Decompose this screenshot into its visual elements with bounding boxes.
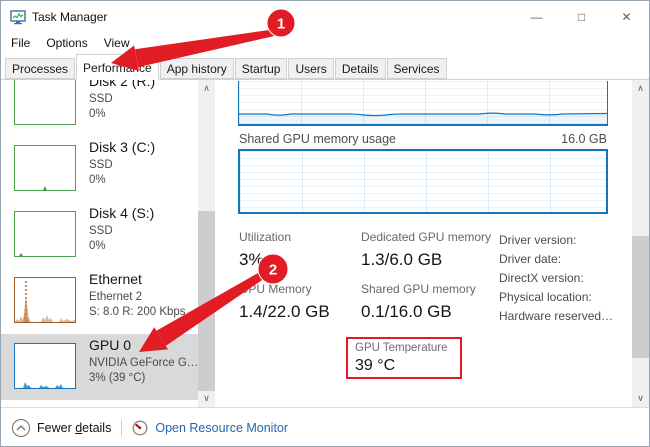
shared-gpu-memory-label: Shared GPU memory usage [239,132,396,146]
tab-app-history[interactable]: App history [160,58,234,79]
maximize-button[interactable]: □ [559,1,604,32]
tab-users[interactable]: Users [288,58,333,79]
dedicated-gpu-memory-chart [238,81,608,126]
sidebar-item-gpu0[interactable]: GPU 0 NVIDIA GeForce G… 3% (39 °C) [1,334,198,400]
driver-version-label: Driver version: [499,231,613,250]
scroll-down-icon[interactable]: ∨ [632,390,649,407]
gpu-memory-value: 1.4/22.0 GB [239,302,330,322]
ethernet-mini-chart-icon [14,277,76,323]
sidebar-item-name: Disk 2 (R:) [89,80,155,89]
task-manager-window: Task Manager — □ ✕ File Options View Pro… [0,0,650,447]
driver-date-label: Driver date: [499,250,613,269]
sidebar-item-line3: 0% [89,239,154,254]
tab-bar: Processes Performance App history Startu… [1,54,649,80]
tab-processes[interactable]: Processes [5,58,75,79]
gpu-temperature-value: 39 °C [355,357,460,375]
close-button[interactable]: ✕ [604,1,649,32]
sidebar-item-line2: SSD [89,158,155,173]
directx-version-label: DirectX version: [499,269,613,288]
sidebar-item-name: Disk 4 (S:) [89,206,154,221]
tab-details[interactable]: Details [335,58,386,79]
sidebar-item-line3: 0% [89,107,155,122]
sidebar-item-line3: 3% (39 °C) [89,371,198,386]
sidebar-scrollbar[interactable]: ∧ ∨ [198,80,215,407]
menubar: File Options View [1,32,138,54]
open-resource-monitor-link[interactable]: Open Resource Monitor [132,420,288,436]
fewer-details-button[interactable]: Fewer details [12,419,111,437]
gpu0-mini-chart-icon [14,343,76,389]
window-title: Task Manager [32,10,107,24]
hardware-reserved-label: Hardware reserved… [499,307,613,326]
shared-memory-label: Shared GPU memory [361,282,476,296]
performance-sidebar: Disk 2 (R:) SSD 0% Disk 3 (C:) SSD 0% [1,80,198,407]
footer-divider [121,420,122,436]
titlebar: Task Manager — □ ✕ [1,1,649,32]
shared-gpu-memory-chart [238,149,608,214]
utilization-value: 3% [239,250,291,270]
dedicated-memory-value: 1.3/6.0 GB [361,250,491,270]
minimize-button[interactable]: — [514,1,559,32]
gpu-temperature-box: GPU Temperature 39 °C [346,337,462,379]
utilization-label: Utilization [239,230,291,244]
sidebar-item-line3: S: 8.0 R: 200 Kbps [89,305,186,320]
sidebar-item-disk3[interactable]: Disk 3 (C:) SSD 0% [1,136,198,202]
menu-item-file[interactable]: File [3,33,38,53]
sidebar-item-ethernet[interactable]: Ethernet Ethernet 2 S: 8.0 R: 200 Kbps [1,268,198,334]
sidebar-scrollbar-thumb[interactable] [198,211,215,391]
resource-monitor-icon [132,420,148,436]
sidebar-item-name: Disk 3 (C:) [89,140,155,155]
sidebar-item-line2: SSD [89,92,155,107]
menu-item-view[interactable]: View [96,33,138,53]
main-scrollbar-thumb[interactable] [632,236,649,358]
disk4-mini-chart-icon [14,211,76,257]
shared-memory-stat: Shared GPU memory 0.1/16.0 GB [361,282,476,322]
disk2-mini-chart-icon [14,80,76,125]
sidebar-item-line2: Ethernet 2 [89,290,186,305]
sidebar-item-name: GPU 0 [89,338,198,353]
physical-location-label: Physical location: [499,288,613,307]
shared-gpu-memory-header: Shared GPU memory usage 16.0 GB [239,132,607,146]
fewer-details-label: Fewer details [37,421,111,435]
disk3-mini-chart-icon [14,145,76,191]
scroll-down-icon[interactable]: ∨ [198,390,215,407]
chevron-up-circle-icon [12,419,30,437]
driver-info-block: Driver version: Driver date: DirectX ver… [499,231,613,326]
gpu-temperature-label: GPU Temperature [355,342,460,354]
task-manager-icon [10,9,26,25]
main-scrollbar[interactable]: ∧ ∨ [632,80,649,407]
footer-bar: Fewer details Open Resource Monitor [1,407,649,447]
resource-monitor-label: Open Resource Monitor [155,421,288,435]
shared-memory-value: 0.1/16.0 GB [361,302,476,322]
scroll-up-icon[interactable]: ∧ [198,80,215,97]
sidebar-item-disk4[interactable]: Disk 4 (S:) SSD 0% [1,202,198,268]
tab-services[interactable]: Services [387,58,447,79]
gpu-memory-label: GPU Memory [239,282,330,296]
window-controls: — □ ✕ [514,1,649,32]
tab-startup[interactable]: Startup [235,58,288,79]
sidebar-item-line2: NVIDIA GeForce G… [89,356,198,371]
sidebar-item-line2: SSD [89,224,154,239]
gpu-memory-stat: GPU Memory 1.4/22.0 GB [239,282,330,322]
utilization-stat: Utilization 3% [239,230,291,270]
tab-performance[interactable]: Performance [76,54,159,80]
sidebar-item-name: Ethernet [89,272,186,287]
dedicated-memory-label: Dedicated GPU memory [361,230,491,244]
menu-item-options[interactable]: Options [38,33,95,53]
sidebar-item-line3: 0% [89,173,155,188]
sidebar-item-disk2[interactable]: Disk 2 (R:) SSD 0% [1,80,198,136]
scroll-up-icon[interactable]: ∧ [632,80,649,97]
shared-gpu-memory-scale: 16.0 GB [561,132,607,146]
dedicated-memory-stat: Dedicated GPU memory 1.3/6.0 GB [361,230,491,270]
